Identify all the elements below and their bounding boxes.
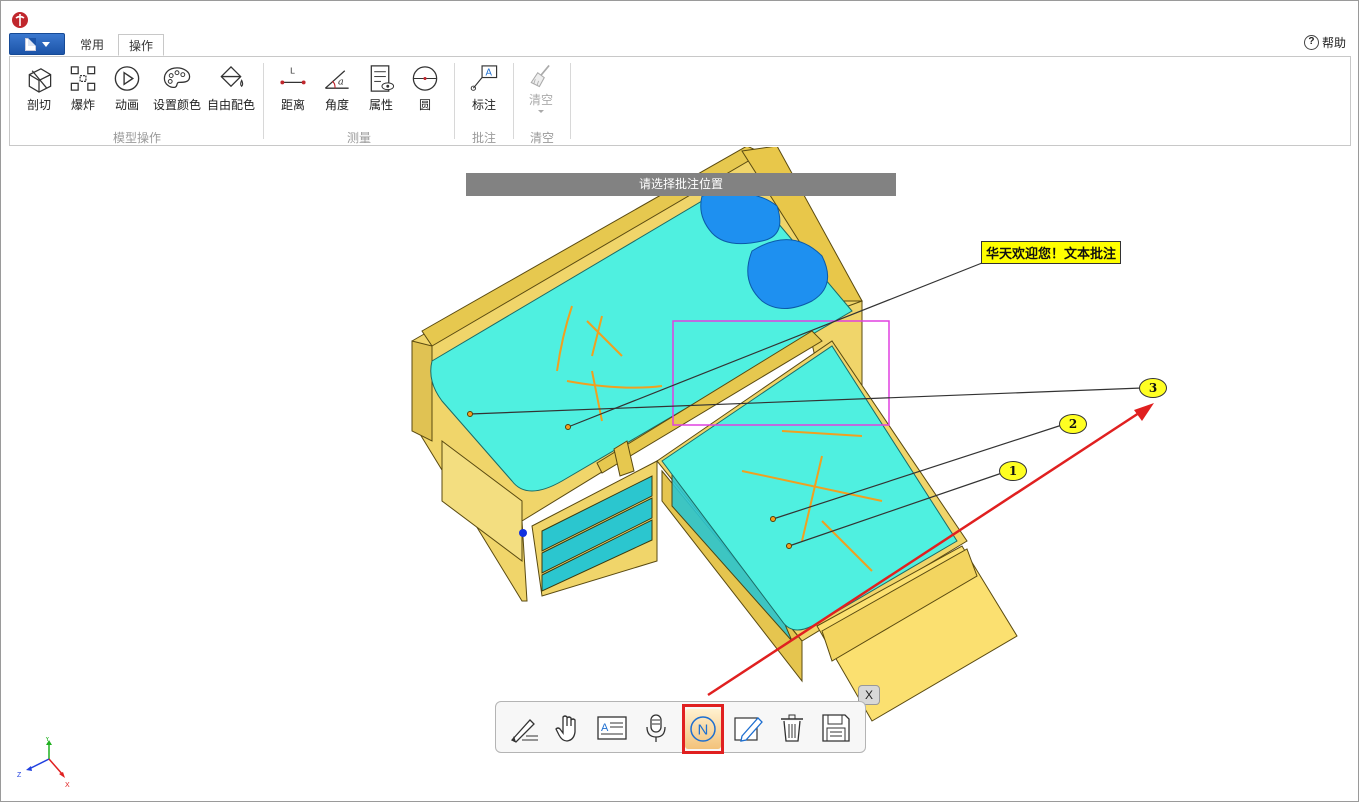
numbered-balloon-icon: N: [690, 716, 716, 742]
group-label-annotation: 批注: [471, 131, 496, 145]
balloon-tool-highlight: N: [685, 709, 721, 749]
balloon-annotation-1[interactable]: 1: [999, 461, 1027, 481]
pivot-point: [519, 529, 527, 537]
app-logo-icon: [12, 12, 28, 28]
save-disk-icon: [822, 714, 850, 742]
paint-bucket-icon: [220, 65, 244, 88]
ribbon-separator: [263, 63, 264, 139]
balloon-annotation-2[interactable]: 2: [1059, 414, 1087, 434]
annotate-label: 标注: [471, 98, 496, 112]
hint-bar: 请选择批注位置: [466, 173, 896, 196]
ribbon-panel: 剖切 爆炸 动画 设置颜色 自由配色 模型操作 L 距离 a 角度 属性 圆 测…: [9, 56, 1351, 146]
edit-pencil-icon: [734, 717, 763, 742]
svg-text:A: A: [601, 722, 609, 734]
properties-icon: [370, 65, 395, 92]
tab-common[interactable]: 常用: [70, 34, 114, 56]
help-button[interactable]: ? 帮助: [1303, 34, 1346, 51]
axis-y-label: Y: [45, 737, 50, 743]
section-cut-icon: [28, 68, 52, 93]
delete-tool-button[interactable]: [774, 710, 810, 746]
circle-label: 圆: [418, 98, 431, 112]
file-menu-button[interactable]: [9, 33, 65, 55]
hand-pan-icon: [555, 715, 576, 742]
group-label-clear: 清空: [529, 131, 554, 145]
free-color-button[interactable]: 自由配色: [205, 63, 257, 113]
balloon-tool-glyph: N: [698, 722, 709, 739]
balloon-annotation-3[interactable]: 3: [1139, 378, 1167, 398]
properties-label: 属性: [368, 98, 393, 112]
clear-label: 清空: [528, 93, 553, 107]
balloon-tool-button[interactable]: N: [682, 704, 724, 754]
clear-button[interactable]: 清空: [515, 63, 567, 113]
distance-glyph: L: [290, 66, 295, 76]
angle-measure-icon: a: [324, 70, 349, 89]
ribbon-separator: [454, 63, 455, 139]
broom-icon: [530, 64, 550, 88]
explode-label: 爆炸: [70, 98, 95, 112]
animation-play-icon: [114, 66, 140, 91]
animation-button[interactable]: 动画: [101, 63, 153, 113]
text-note-tool-button[interactable]: A: [594, 710, 630, 746]
axis-z-label: Z: [17, 772, 22, 779]
animation-label: 动画: [114, 98, 139, 112]
trash-icon: [781, 714, 803, 742]
axis-triad-icon: Y Z X: [17, 737, 70, 789]
ribbon-separator: [513, 63, 514, 139]
help-circle-icon: ?: [1303, 35, 1319, 50]
chevron-down-icon: [538, 110, 544, 113]
ribbon-separator: [570, 63, 571, 139]
explode-icon: [70, 66, 96, 91]
text-annotation[interactable]: 华天欢迎您！文本批注: [981, 241, 1122, 264]
distance-label: 距离: [280, 98, 305, 112]
group-label-model-ops: 模型操作: [112, 131, 161, 145]
pillow: [747, 239, 829, 309]
chevron-down-icon: [41, 41, 50, 47]
tab-operations[interactable]: 操作: [118, 34, 165, 56]
set-color-label: 设置颜色: [152, 98, 201, 112]
text-note-icon: A: [597, 716, 627, 740]
annotation-label-icon: A: [470, 65, 498, 91]
set-color-button[interactable]: 设置颜色: [151, 63, 203, 113]
document-icon: [24, 37, 36, 51]
help-label: 帮助: [1321, 36, 1346, 50]
free-color-label: 自由配色: [206, 98, 255, 112]
palette-icon: [163, 67, 191, 88]
application-window: 常用 操作 ? 帮助 剖切 爆炸 动画 设置颜色 自由配色 模型操作 L 距离 …: [0, 0, 1359, 802]
circle-measure-icon: [412, 66, 438, 91]
circle-button[interactable]: 圆: [399, 63, 451, 113]
group-label-measure: 测量: [346, 131, 371, 145]
microphone-icon: [646, 714, 666, 742]
annotation-toolbar: A N: [495, 701, 866, 754]
save-tool-button[interactable]: [818, 710, 854, 746]
axis-x-label: X: [65, 782, 70, 789]
angle-label: 角度: [324, 98, 349, 112]
section-cut-label: 剖切: [26, 98, 51, 112]
distance-measure-icon: L: [280, 66, 306, 85]
annotate-glyph: A: [485, 68, 492, 79]
voice-note-tool-button[interactable]: [638, 710, 674, 746]
angle-glyph: a: [338, 76, 344, 87]
sketch-tool-button[interactable]: [506, 710, 542, 746]
pen-sketch-icon: [510, 719, 538, 743]
annotate-button[interactable]: A 标注: [458, 63, 510, 113]
edit-tool-button[interactable]: [730, 710, 766, 746]
pan-tool-button[interactable]: [550, 710, 586, 746]
